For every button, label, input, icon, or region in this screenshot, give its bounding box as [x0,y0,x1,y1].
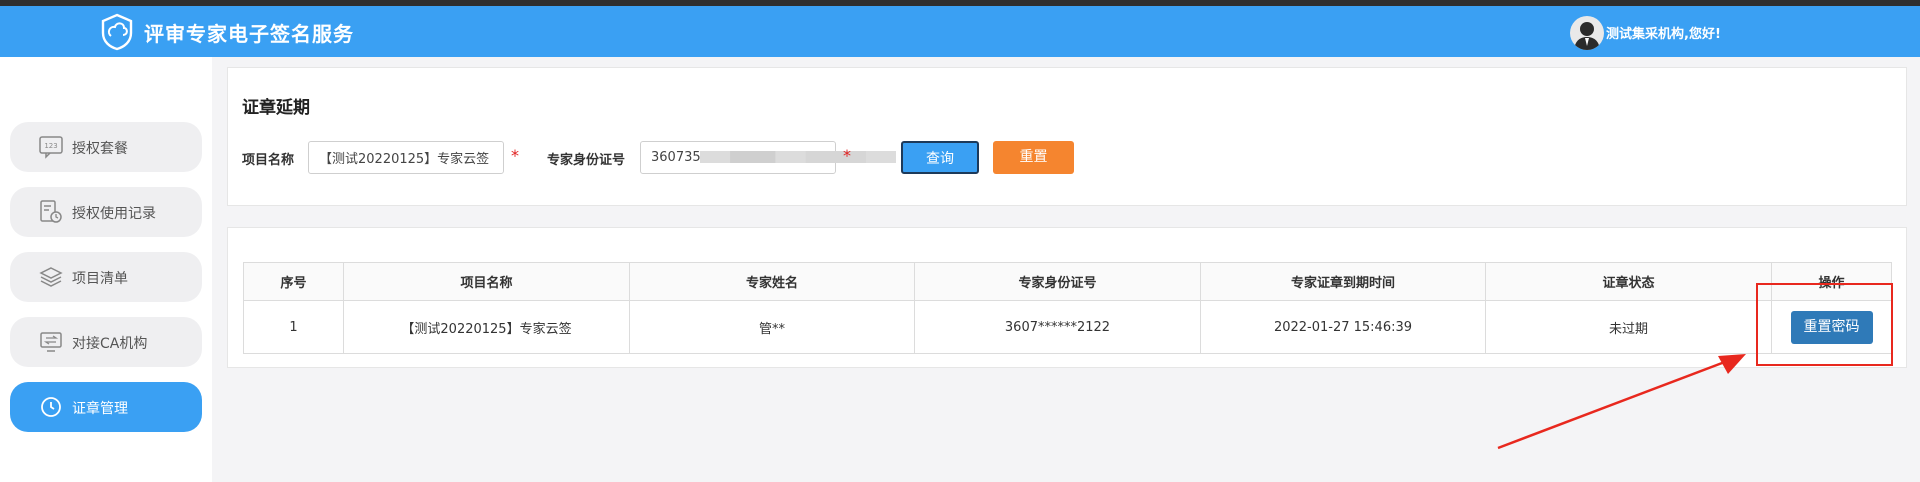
cell-status: 未过期 [1485,300,1772,354]
col-header-project: 项目名称 [343,262,630,301]
sidebar-item-project-list[interactable]: 项目清单 [10,252,202,302]
cell-name: 管** [629,300,915,354]
table-row: 1 【测试20220125】专家云签 管** 3607******2122 20… [243,300,1892,354]
sidebar-item-label: 对接CA机构 [72,336,148,352]
shield-logo-icon [101,13,133,51]
reset-button[interactable]: 重置 [993,141,1074,174]
reset-password-button[interactable]: 重置密码 [1790,310,1873,344]
sidebar: 123 授权套餐 授权使用记录 项目清单 对接CA机构 证章管理 [0,57,212,482]
col-header-action: 操作 [1771,262,1892,301]
col-header-expiry: 专家证章到期时间 [1200,262,1486,301]
sidebar-item-label: 项目清单 [72,271,128,287]
app-title: 评审专家电子签名服务 [144,22,354,46]
sidebar-item-usage-record[interactable]: 授权使用记录 [10,187,202,237]
page-title: 证章延期 [242,98,310,118]
user-avatar[interactable] [1570,16,1604,50]
cell-id-number: 3607******2122 [914,300,1201,354]
project-name-input[interactable] [308,141,504,174]
results-panel: 序号 项目名称 专家姓名 专家身份证号 专家证章到期时间 证章状态 操作 1 【… [227,227,1907,368]
usage-record-icon [40,200,62,223]
layers-icon [39,267,63,287]
user-greeting[interactable]: 测试集采机构,您好! [1606,23,1721,42]
cell-expiry: 2022-01-27 15:46:39 [1200,300,1486,354]
cell-action: 重置密码 [1771,300,1892,354]
project-name-label: 项目名称 [242,153,295,168]
sidebar-item-auth-package[interactable]: 123 授权套餐 [10,122,202,172]
required-mark: * [511,146,519,165]
col-header-name: 专家姓名 [629,262,915,301]
sidebar-item-label: 授权使用记录 [72,206,156,222]
col-header-index: 序号 [243,262,344,301]
package-123-icon: 123 [39,136,63,159]
search-panel: 证章延期 项目名称 * 专家身份证号 * 查询 重置 [227,67,1907,206]
id-number-label: 专家身份证号 [547,153,626,168]
sidebar-item-ca-connect[interactable]: 对接CA机构 [10,317,202,367]
col-header-id: 专家身份证号 [914,262,1201,301]
results-table: 序号 项目名称 专家姓名 专家身份证号 专家证章到期时间 证章状态 操作 1 【… [243,262,1892,354]
person-icon [1574,22,1600,50]
required-mark: * [843,146,851,165]
clock-icon [41,397,61,417]
app-header: 评审专家电子签名服务 测试集采机构,您好! [0,6,1920,57]
sidebar-item-label: 授权套餐 [72,141,128,157]
cell-index: 1 [243,300,344,354]
redacted-blur [700,151,896,163]
cell-project: 【测试20220125】专家云签 [343,300,630,354]
sidebar-item-seal-management[interactable]: 证章管理 [10,382,202,432]
sidebar-item-label: 证章管理 [72,401,128,417]
table-header-row: 序号 项目名称 专家姓名 专家身份证号 专家证章到期时间 证章状态 操作 [243,262,1892,301]
svg-text:123: 123 [44,142,57,150]
query-button[interactable]: 查询 [901,141,979,174]
ca-connect-icon [40,332,62,352]
col-header-status: 证章状态 [1485,262,1772,301]
